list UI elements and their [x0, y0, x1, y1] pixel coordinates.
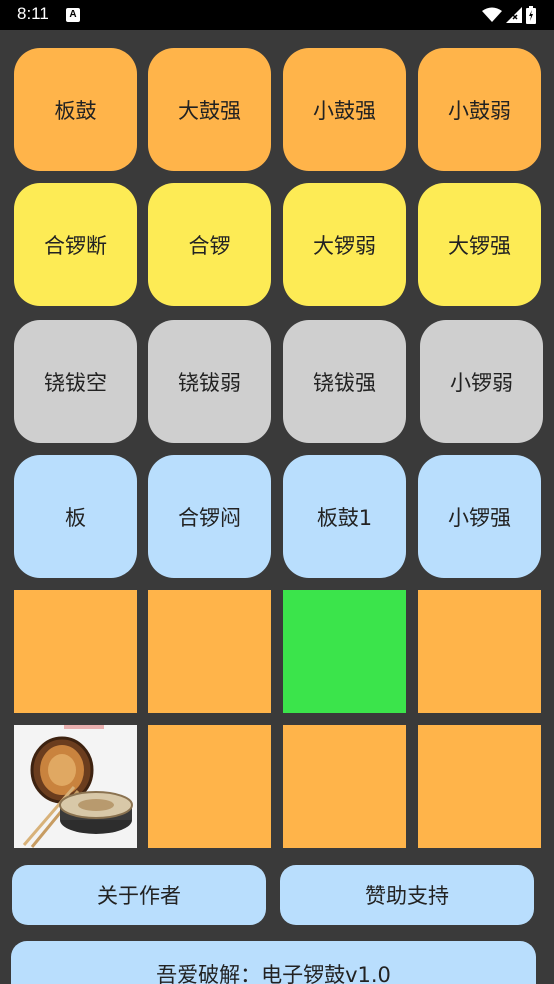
pad-daluo-strong[interactable]: 大锣强 — [418, 183, 541, 306]
pad-heluo-cut[interactable]: 合锣断 — [14, 183, 137, 306]
drum-image — [14, 725, 137, 848]
tile-orange[interactable] — [148, 725, 271, 848]
notification-icon: A — [66, 8, 80, 22]
tile-orange[interactable] — [418, 590, 541, 713]
pad-xiaoluo-strong[interactable]: 小锣强 — [418, 455, 541, 578]
tile-orange[interactable] — [148, 590, 271, 713]
tile-green-active[interactable] — [283, 590, 406, 713]
pad-daluo-weak[interactable]: 大锣弱 — [283, 183, 406, 306]
tile-orange[interactable] — [14, 590, 137, 713]
signal-icon — [506, 7, 522, 23]
drum-image-tile[interactable] — [14, 725, 137, 848]
tile-orange[interactable] — [283, 725, 406, 848]
battery-icon — [526, 6, 536, 24]
status-time: 8:11 — [17, 4, 49, 23]
pad-xiaogu-weak[interactable]: 小鼓弱 — [418, 48, 541, 171]
pad-naobo-strong[interactable]: 铙钹强 — [283, 320, 406, 443]
status-bar: 8:11 A — [0, 0, 554, 30]
pad-heluo-muted[interactable]: 合锣闷 — [148, 455, 271, 578]
pad-naobo-empty[interactable]: 铙钹空 — [14, 320, 137, 443]
footer-title-button[interactable]: 吾爱破解：电子锣鼓v1.0 — [11, 941, 536, 984]
wifi-icon — [482, 7, 502, 22]
pad-xiaogu-strong[interactable]: 小鼓强 — [283, 48, 406, 171]
pad-dagu-strong[interactable]: 大鼓强 — [148, 48, 271, 171]
pad-xiaoluo-weak[interactable]: 小锣弱 — [420, 320, 543, 443]
pad-bangu-1[interactable]: 板鼓1 — [283, 455, 406, 578]
pad-heluo[interactable]: 合锣 — [148, 183, 271, 306]
tile-orange[interactable] — [418, 725, 541, 848]
about-author-button[interactable]: 关于作者 — [12, 865, 266, 925]
pad-ban[interactable]: 板 — [14, 455, 137, 578]
system-icons — [482, 6, 536, 24]
pad-bangu[interactable]: 板鼓 — [14, 48, 137, 171]
sponsor-button[interactable]: 赞助支持 — [280, 865, 534, 925]
pad-naobo-weak[interactable]: 铙钹弱 — [148, 320, 271, 443]
